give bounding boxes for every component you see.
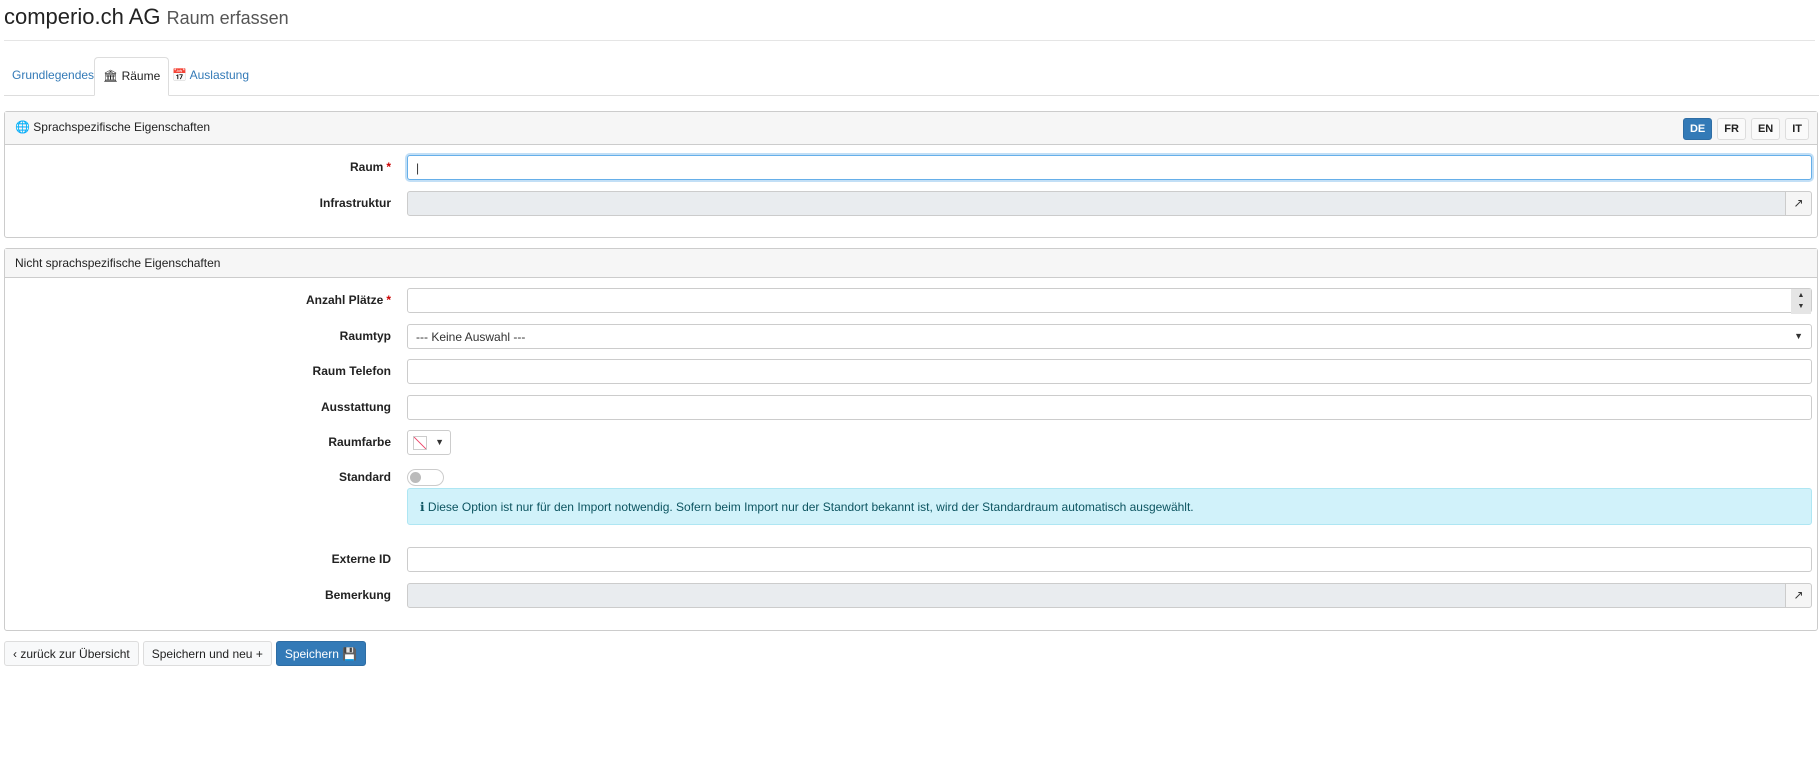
infrastruktur-label: Infrastruktur <box>319 196 391 210</box>
label-text: Anzahl Plätze <box>305 293 384 307</box>
divider <box>4 40 1815 41</box>
chevron-left-icon: ‹ <box>13 647 17 661</box>
tab-raeume[interactable]: 🏛 Räume <box>94 57 170 96</box>
lang-en-button[interactable]: EN <box>1750 118 1781 140</box>
lang-it-button[interactable]: IT <box>1785 118 1809 140</box>
caret-down-icon: ▼ <box>1794 331 1803 341</box>
row-telefon: Raum Telefon <box>5 359 1812 384</box>
info-alert: ℹ Diese Option ist nur für den Import no… <box>407 488 1812 525</box>
row-bemerkung: Bemerkung ↗ <box>5 583 1812 608</box>
language-switcher: DE FR EN IT <box>1682 118 1809 140</box>
row-raum: Raum * | <box>5 155 1812 180</box>
raumtyp-label: Raumtyp <box>339 329 391 343</box>
panel-title: Sprachspezifische Eigenschaften <box>33 120 211 134</box>
company-name: comperio.ch AG <box>4 4 161 29</box>
row-raumfarbe: Raumfarbe ▼ <box>5 430 1812 455</box>
panel-language-specific: 🌐 Sprachspezifische Eigenschaften DE FR … <box>4 111 1818 238</box>
row-infrastruktur: Infrastruktur ↗ <box>5 191 1812 216</box>
calendar-icon: 📅 <box>172 68 187 82</box>
info-icon: ℹ <box>420 500 425 514</box>
externe-id-input[interactable] <box>407 547 1812 572</box>
action-buttons: ‹ zurück zur Übersicht Speichern und neu… <box>4 641 367 666</box>
info-text: Diese Option ist nur für den Import notw… <box>427 500 1194 514</box>
bemerkung-input[interactable] <box>407 583 1786 608</box>
raumfarbe-picker[interactable]: ▼ <box>407 430 451 455</box>
row-anzahl: Anzahl Plätze * ▲ ▼ <box>5 288 1812 314</box>
anzahl-label: Anzahl Plätze * <box>306 293 391 307</box>
tab-label: Auslastung <box>189 68 249 82</box>
button-label: Speichern und neu <box>151 647 253 661</box>
caret-down-icon: ▼ <box>435 437 444 447</box>
label-text: Raum <box>349 160 384 174</box>
infrastruktur-input[interactable] <box>407 191 1786 216</box>
save-button[interactable]: Speichern 💾 <box>275 641 367 666</box>
back-button[interactable]: ‹ zurück zur Übersicht <box>4 641 139 666</box>
tab-grundlegendes[interactable]: Grundlegendes <box>4 57 102 96</box>
lang-de-button[interactable]: DE <box>1682 118 1713 140</box>
ausstattung-label: Ausstattung <box>321 400 391 414</box>
raumfarbe-label: Raumfarbe <box>328 435 391 449</box>
button-label: Speichern <box>284 647 339 661</box>
required-marker: * <box>386 160 391 174</box>
anzahl-plaetze-input[interactable]: ▲ ▼ <box>407 288 1812 314</box>
plus-icon: + <box>255 647 263 661</box>
row-ausstattung: Ausstattung <box>5 395 1812 420</box>
raumtyp-select[interactable]: --- Keine Auswahl --- ▼ <box>407 324 1812 349</box>
raum-telefon-input[interactable] <box>407 359 1812 384</box>
tab-label: Räume <box>121 69 161 83</box>
external-edit-icon[interactable]: ↗ <box>1785 191 1812 216</box>
row-externe-id: Externe ID <box>5 547 1812 572</box>
external-edit-icon[interactable]: ↗ <box>1785 583 1812 608</box>
raum-label: Raum * <box>350 160 391 174</box>
no-color-swatch-icon <box>413 436 427 450</box>
required-marker: * <box>386 293 391 307</box>
selected-value: --- Keine Auswahl --- <box>416 330 526 344</box>
lang-fr-button[interactable]: FR <box>1717 118 1746 140</box>
button-label: zurück zur Übersicht <box>20 647 130 661</box>
externe-id-label: Externe ID <box>331 552 391 566</box>
tab-auslastung[interactable]: 📅 Auslastung <box>164 57 257 96</box>
page-title: Raum erfassen <box>166 8 289 28</box>
tab-label: Grundlegendes <box>12 68 95 82</box>
page-header: comperio.ch AG Raum erfassen <box>4 4 289 30</box>
standard-label: Standard <box>338 470 391 484</box>
save-and-new-button[interactable]: Speichern und neu + <box>142 641 272 666</box>
row-raumtyp: Raumtyp --- Keine Auswahl --- ▼ <box>5 324 1812 349</box>
toggle-knob <box>410 472 421 483</box>
telefon-label: Raum Telefon <box>312 364 391 378</box>
ausstattung-input[interactable] <box>407 395 1812 420</box>
bemerkung-label: Bemerkung <box>324 588 391 602</box>
tab-bar: Grundlegendes 🏛 Räume 📅 Auslastung <box>4 57 1819 96</box>
panel-title: Nicht sprachspezifische Eigenschaften <box>15 256 221 270</box>
panel-general: Nicht sprachspezifische Eigenschaften An… <box>4 248 1818 631</box>
globe-icon: 🌐 <box>15 120 30 134</box>
standard-toggle[interactable] <box>407 469 444 486</box>
bank-icon: 🏛 <box>103 69 119 83</box>
raum-input[interactable]: | <box>407 155 1812 180</box>
floppy-disk-icon: 💾 <box>342 647 358 661</box>
number-spinner[interactable]: ▲ ▼ <box>1791 289 1811 314</box>
